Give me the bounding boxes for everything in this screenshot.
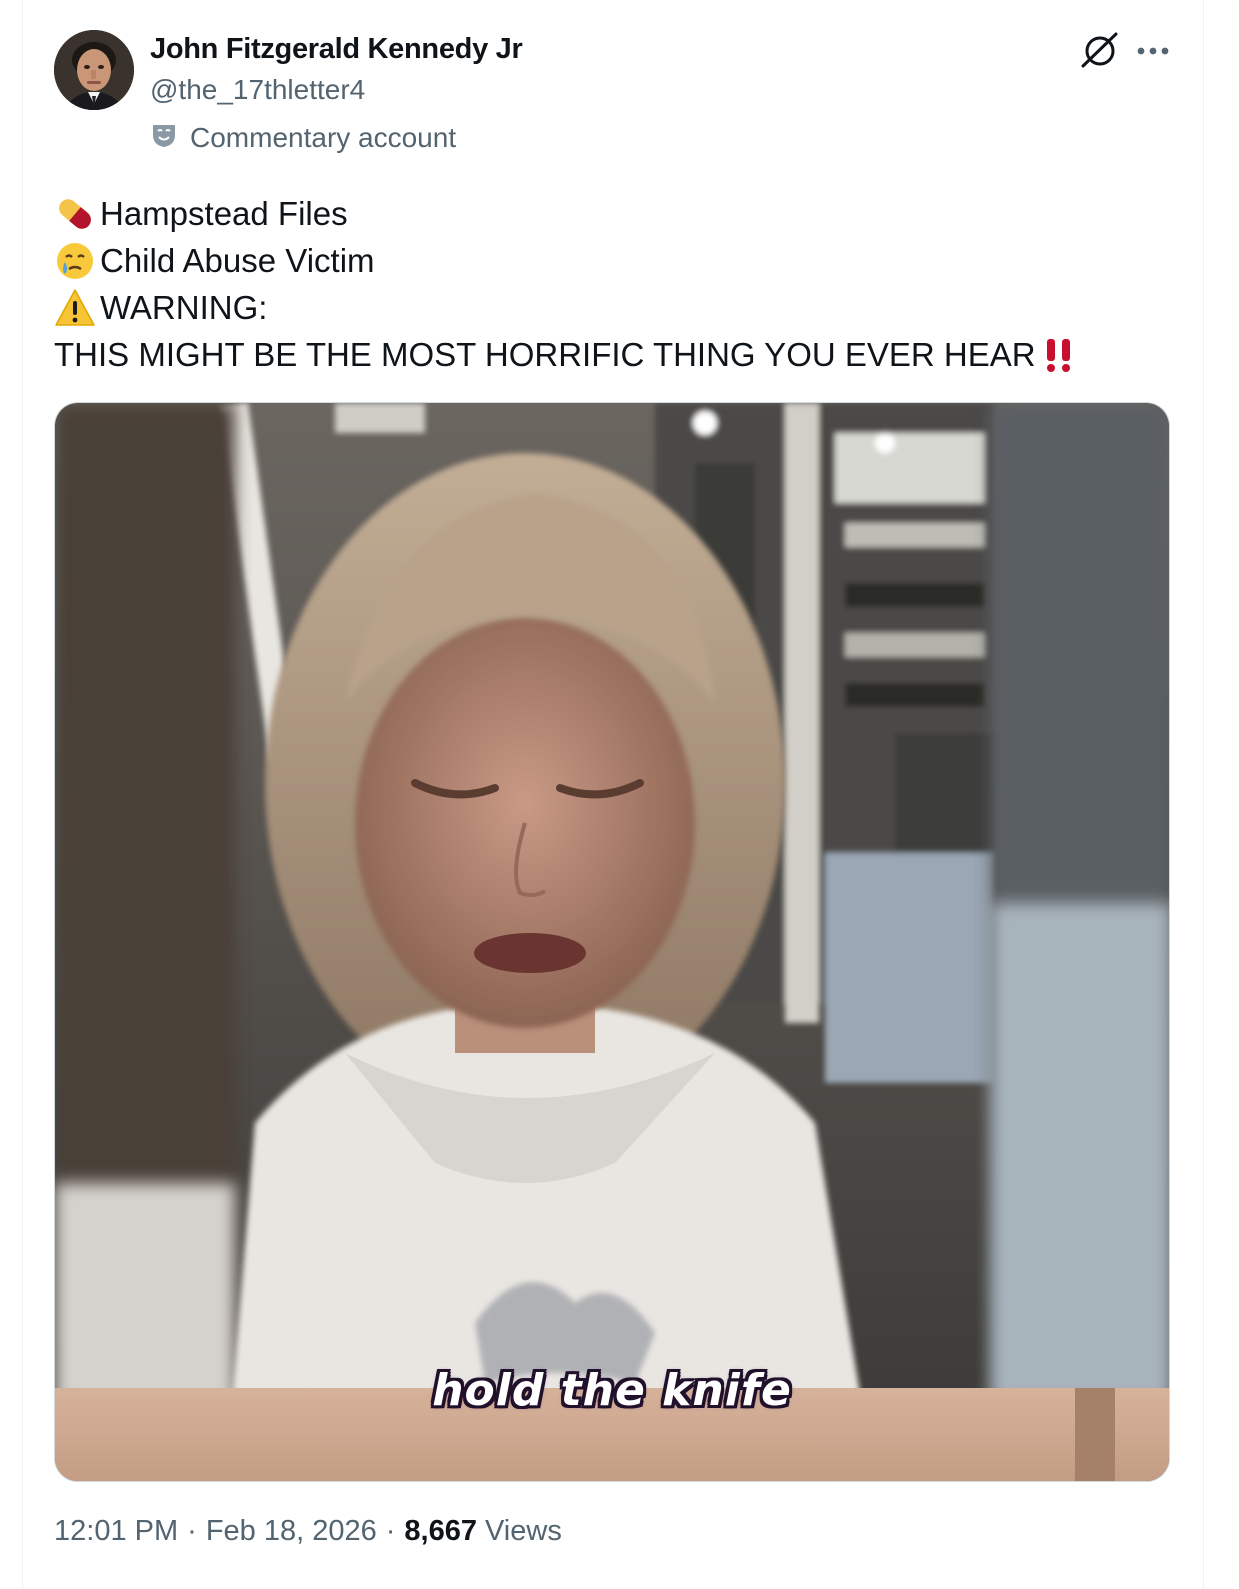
tweet-date[interactable]: Feb 18, 2026 (206, 1515, 377, 1548)
more-options-icon[interactable] (1136, 34, 1170, 68)
tweet-line: WARNING: (54, 284, 1174, 331)
crying-face-icon (54, 240, 96, 282)
double-exclamation-icon (1042, 335, 1076, 375)
pill-icon (54, 193, 96, 235)
warning-icon (54, 287, 96, 329)
tweet-time[interactable]: 12:01 PM (54, 1515, 178, 1548)
views-label: Views (484, 1515, 562, 1547)
tweet-line-text: Hampstead Files (100, 195, 348, 232)
tweet-line: Child Abuse Victim (54, 237, 1174, 284)
commentary-mask-icon (150, 121, 178, 156)
account-label-text: Commentary account (190, 122, 457, 153)
meta-separator: · (187, 1515, 197, 1547)
avatar[interactable] (54, 30, 134, 110)
tweet-line-text: WARNING: (100, 289, 268, 326)
video-player[interactable]: hold the knife (54, 402, 1170, 1482)
tweet-line: THIS MIGHT BE THE MOST HORRIFIC THING YO… (54, 331, 1174, 378)
grok-icon[interactable] (1080, 30, 1120, 70)
tweet-line-text: Child Abuse Victim (100, 242, 375, 279)
author-handle[interactable]: @the_17thletter4 (150, 74, 365, 106)
tweet-meta: 12:01 PM · Feb 18, 2026 · 8,667 Views (54, 1515, 562, 1548)
views-count[interactable]: 8,667 (404, 1515, 477, 1548)
meta-separator: · (385, 1515, 396, 1547)
author-display-name[interactable]: John Fitzgerald Kennedy Jr (150, 33, 523, 66)
tweet-line: Hampstead Files (54, 190, 1174, 237)
tweet-text: Hampstead Files Child Abuse Victim WARNI… (54, 190, 1174, 378)
tweet-line-text: THIS MIGHT BE THE MOST HORRIFIC THING YO… (54, 336, 1036, 373)
account-label[interactable]: Commentary account (150, 120, 456, 156)
